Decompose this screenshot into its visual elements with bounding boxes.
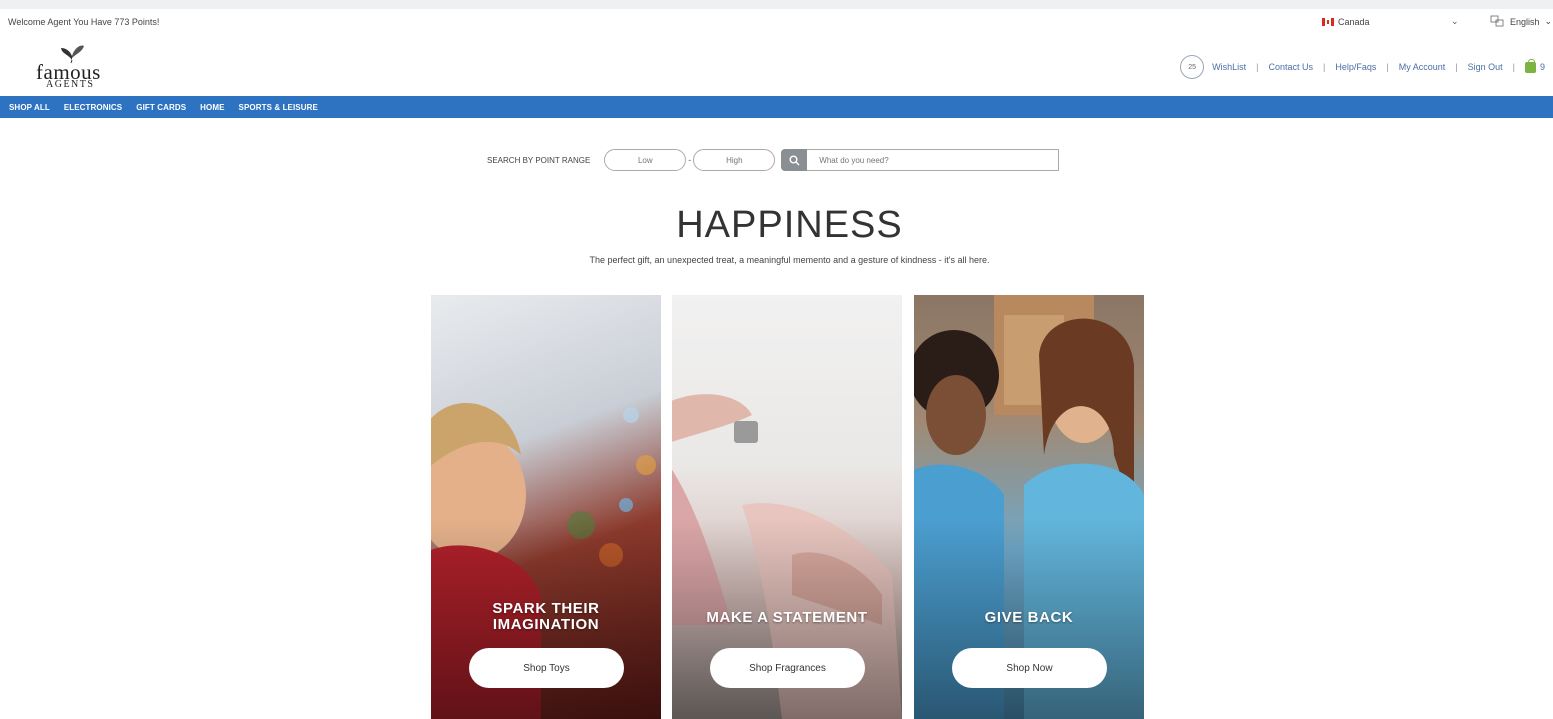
top-strip (0, 0, 1553, 9)
nav-home[interactable]: HOME (200, 103, 224, 112)
sign-out-link[interactable]: Sign Out (1468, 62, 1503, 72)
contact-us-link[interactable]: Contact Us (1268, 62, 1313, 72)
range-dash: - (688, 155, 692, 165)
card-heading: MAKE A STATEMENT (706, 609, 868, 626)
low-points-input[interactable] (604, 149, 687, 171)
cart-count: 9 (1539, 62, 1545, 72)
shop-now-button[interactable]: Shop Now (952, 648, 1107, 688)
promo-card-give-back[interactable]: GIVE BACK Shop Now (914, 295, 1144, 719)
help-faqs-link[interactable]: Help/Faqs (1335, 62, 1376, 72)
language-icon (1490, 15, 1504, 27)
canada-flag-icon (1322, 18, 1334, 26)
hero-subtitle: The perfect gift, an unexpected treat, a… (589, 255, 990, 265)
search-range-label: SEARCH BY POINT RANGE (487, 155, 591, 165)
hero-title: HAPPINESS (676, 204, 903, 246)
promo-card-fragrances[interactable]: MAKE A STATEMENT Shop Fragrances (672, 295, 902, 719)
wishlist-link[interactable]: WishList (1212, 62, 1246, 72)
search-icon (789, 155, 800, 165)
shop-fragrances-button[interactable]: Shop Fragrances (710, 648, 865, 688)
account-links: 25 WishList | Contact Us | Help/Faqs | M… (1180, 55, 1545, 79)
points-counter[interactable]: 25 (1180, 55, 1205, 79)
high-points-input[interactable] (693, 149, 776, 171)
nav-gift-cards[interactable]: GIFT CARDS (136, 103, 186, 112)
search-input[interactable] (807, 149, 1060, 171)
language-selector[interactable]: English ⌄ (1490, 15, 1552, 28)
famous-agents-logo[interactable]: famous AGENTS (36, 40, 114, 92)
nav-electronics[interactable]: ELECTRONICS (64, 103, 122, 112)
search-button[interactable] (781, 149, 808, 171)
card-heading: GIVE BACK (984, 609, 1074, 626)
my-account-link[interactable]: My Account (1399, 62, 1446, 72)
shopping-bag-icon (1524, 58, 1536, 73)
logo-subtitle: AGENTS (46, 79, 95, 90)
cart-button[interactable]: 9 (1524, 58, 1545, 73)
point-range-search: SEARCH BY POINT RANGE - (487, 149, 1060, 171)
card-heading-line1: SPARK THEIR (492, 600, 600, 617)
divider: | (1512, 62, 1515, 72)
country-label: Canada (1338, 17, 1370, 27)
card-heading-line2: IMAGINATION (492, 616, 600, 633)
shop-toys-button[interactable]: Shop Toys (469, 648, 624, 688)
divider: | (1256, 62, 1259, 72)
chevron-down-icon[interactable]: ⌄ (1451, 16, 1459, 27)
chevron-down-icon: ⌄ (1544, 16, 1553, 26)
divider: | (1455, 62, 1458, 72)
divider: | (1323, 62, 1326, 72)
country-selector[interactable]: Canada (1322, 17, 1370, 27)
main-navigation: SHOP ALL ELECTRONICS GIFT CARDS HOME SPO… (0, 96, 1553, 118)
nav-sports-leisure[interactable]: SPORTS & LEISURE (239, 103, 318, 112)
language-label: English (1510, 16, 1540, 27)
nav-shop-all[interactable]: SHOP ALL (9, 103, 50, 112)
welcome-message: Welcome Agent You Have 773 Points! (8, 17, 160, 27)
promo-card-toys[interactable]: SPARK THEIR IMAGINATION Shop Toys (431, 295, 661, 719)
divider: | (1386, 62, 1389, 72)
